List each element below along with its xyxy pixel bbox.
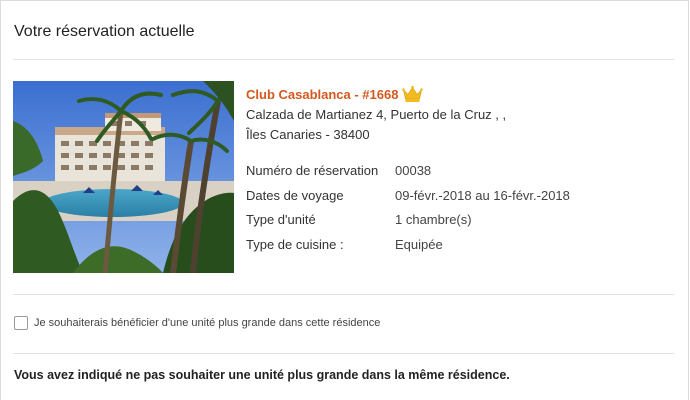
upgrade-checkbox-label[interactable]: Je souhaiterais bénéficier d'une unité p… <box>34 317 380 329</box>
address-line-1: Calzada de Martianez 4, Puerto de la Cru… <box>246 107 507 122</box>
detail-row-travel-dates: Dates de voyage 09-févr.-2018 au 16-févr… <box>246 184 676 209</box>
resort-photo <box>13 81 234 273</box>
current-reservation-card: Votre réservation actuelle Club Casablan… <box>0 0 689 400</box>
crown-icon <box>402 85 424 103</box>
resort-address: Calzada de Martianez 4, Puerto de la Cru… <box>246 105 676 145</box>
detail-row-kitchen-type: Type de cuisine : Equipée <box>246 233 676 258</box>
detail-row-reservation-number: Numéro de réservation 00038 <box>246 159 676 184</box>
resort-name-row: Club Casablanca - #1668 <box>246 85 676 103</box>
divider <box>13 59 674 60</box>
address-line-2: Îles Canaries - 38400 <box>246 127 370 142</box>
upgrade-notice: Vous avez indiqué ne pas souhaiter une u… <box>14 368 510 382</box>
detail-row-unit-type: Type d'unité 1 chambre(s) <box>246 208 676 233</box>
reservation-details: Numéro de réservation 00038 Dates de voy… <box>246 159 676 257</box>
detail-label: Type de cuisine : <box>246 236 344 252</box>
divider <box>13 353 674 354</box>
detail-label: Numéro de réservation <box>246 163 379 178</box>
reservation-info: Club Casablanca - #1668 Calzada de Marti… <box>246 85 676 257</box>
resort-name-link[interactable]: Club Casablanca - #1668 <box>246 87 398 102</box>
upgrade-option[interactable]: Je souhaiterais bénéficier d'une unité p… <box>14 316 380 330</box>
upgrade-checkbox[interactable] <box>14 316 28 330</box>
detail-label: Type d'unité <box>246 212 316 227</box>
detail-value: Equipée <box>395 236 443 252</box>
detail-value: 09-févr.-2018 au 16-févr.-2018 <box>395 187 570 203</box>
page-title: Votre réservation actuelle <box>14 23 195 40</box>
divider <box>13 294 674 295</box>
detail-label: Dates de voyage <box>246 187 344 203</box>
detail-value: 00038 <box>395 163 432 178</box>
detail-value: 1 chambre(s) <box>395 212 472 227</box>
